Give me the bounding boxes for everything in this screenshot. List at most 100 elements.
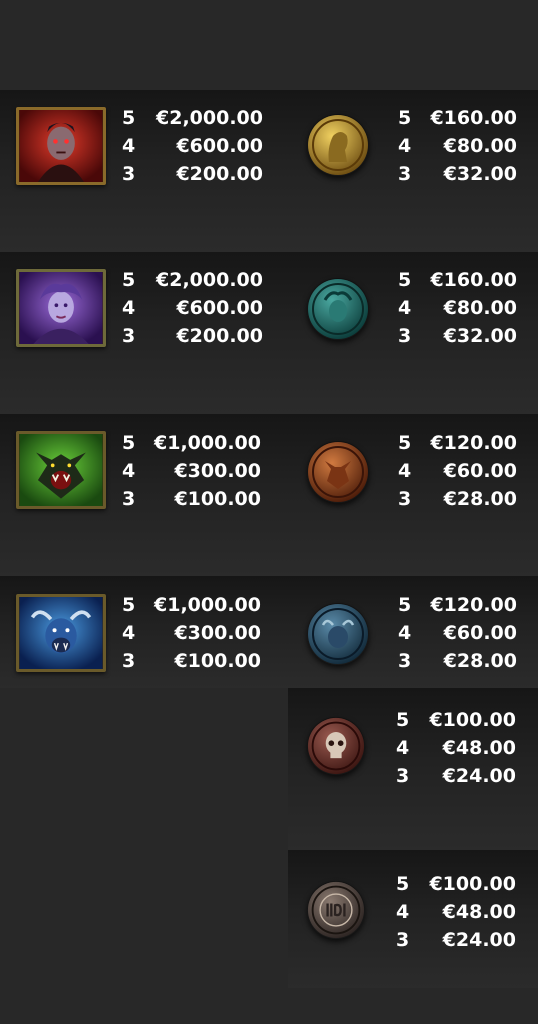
symbol-count: 3 [122,163,136,185]
payout-row: 4 €600.00 [122,132,263,160]
payout-row: 4 €60.00 [398,619,517,647]
symbol-count: 5 [398,269,412,291]
payout-amount: €100.00 [174,650,261,672]
paytable-skull-coin: 5 €100.00 4 €48.00 3 €24.00 [396,706,516,790]
payout-amount: €100.00 [429,873,516,895]
payout-row: 4 €300.00 [122,457,261,485]
payout-amount: €48.00 [442,901,516,923]
payout-amount: €2,000.00 [156,107,263,129]
payout-row: 4 €80.00 [398,294,517,322]
payout-amount: €32.00 [443,163,517,185]
payout-amount: €1,000.00 [154,594,261,616]
payout-amount: €200.00 [176,325,263,347]
payout-amount: €80.00 [443,297,517,319]
payout-amount: €60.00 [443,460,517,482]
symbol-count: 4 [122,460,136,482]
symbol-count: 3 [398,488,412,510]
paytable-cerberus: 5 €1,000.00 4 €300.00 3 €100.00 [122,429,261,513]
payout-row: 5 €1,000.00 [122,591,261,619]
payout-amount: €600.00 [176,135,263,157]
payout-amount: €120.00 [430,432,517,454]
paytable-minotaur: 5 €1,000.00 4 €300.00 3 €100.00 [122,591,261,675]
blue-beast-coin-icon [307,603,369,665]
symbol-count: 4 [396,901,410,923]
payout-row: 3 €100.00 [122,647,261,675]
payout-row: 3 €28.00 [398,485,517,513]
payout-row: 5 €100.00 [396,870,516,898]
payout-amount: €24.00 [442,765,516,787]
payout-amount: €100.00 [174,488,261,510]
payout-amount: €32.00 [443,325,517,347]
paytable-teal-medusa-coin: 5 €160.00 4 €80.00 3 €32.00 [398,266,517,350]
payout-amount: €200.00 [176,163,263,185]
payout-amount: €100.00 [429,709,516,731]
symbol-count: 5 [398,594,412,616]
symbol-count: 5 [398,107,412,129]
greek-coin-icon [307,881,365,939]
paytable-hades: 5 €2,000.00 4 €600.00 3 €200.00 [122,104,263,188]
medusa-symbol-icon [16,269,106,347]
payout-row: 3 €200.00 [122,160,263,188]
payout-amount: €28.00 [443,650,517,672]
symbol-count: 3 [398,163,412,185]
payout-amount: €48.00 [442,737,516,759]
symbol-count: 4 [398,135,412,157]
symbol-count: 3 [398,650,412,672]
symbol-count: 5 [122,432,136,454]
payout-row: 3 €100.00 [122,485,261,513]
payout-amount: €160.00 [430,107,517,129]
symbol-count: 3 [122,650,136,672]
paytable-medusa: 5 €2,000.00 4 €600.00 3 €200.00 [122,266,263,350]
payout-row: 5 €120.00 [398,591,517,619]
symbol-count: 4 [398,297,412,319]
payout-row: 5 €120.00 [398,429,517,457]
symbol-count: 3 [396,765,410,787]
paytable-greek-coin: 5 €100.00 4 €48.00 3 €24.00 [396,870,516,954]
symbol-count: 5 [398,432,412,454]
symbol-count: 4 [122,135,136,157]
skull-coin-icon [307,717,365,775]
payout-row: 3 €200.00 [122,322,263,350]
symbol-count: 4 [122,297,136,319]
payout-row: 4 €80.00 [398,132,517,160]
symbol-count: 4 [396,737,410,759]
symbol-count: 3 [122,488,136,510]
payout-amount: €160.00 [430,269,517,291]
payout-amount: €600.00 [176,297,263,319]
symbol-count: 5 [396,709,410,731]
payout-row: 4 €48.00 [396,734,516,762]
payout-amount: €24.00 [442,929,516,951]
payout-row: 3 €24.00 [396,762,516,790]
payout-row: 4 €300.00 [122,619,261,647]
symbol-count: 5 [122,594,136,616]
payout-row: 5 €2,000.00 [122,104,263,132]
payout-row: 5 €160.00 [398,104,517,132]
payout-row: 5 €1,000.00 [122,429,261,457]
paytable-copper-wolf-coin: 5 €120.00 4 €60.00 3 €28.00 [398,429,517,513]
payout-row: 4 €48.00 [396,898,516,926]
symbol-count: 5 [396,873,410,895]
payout-row: 4 €600.00 [122,294,263,322]
payout-row: 5 €160.00 [398,266,517,294]
symbol-count: 3 [398,325,412,347]
payout-amount: €80.00 [443,135,517,157]
symbol-count: 3 [122,325,136,347]
copper-wolf-coin-icon [307,441,369,503]
payout-amount: €60.00 [443,622,517,644]
symbol-count: 5 [122,269,136,291]
payout-amount: €2,000.00 [156,269,263,291]
payout-amount: €120.00 [430,594,517,616]
payout-row: 3 €32.00 [398,322,517,350]
payout-row: 3 €32.00 [398,160,517,188]
symbol-count: 4 [122,622,136,644]
payout-amount: €300.00 [174,622,261,644]
paytable-gold-bust-coin: 5 €160.00 4 €80.00 3 €32.00 [398,104,517,188]
paytable-blue-beast-coin: 5 €120.00 4 €60.00 3 €28.00 [398,591,517,675]
payout-row: 5 €100.00 [396,706,516,734]
hades-symbol-icon [16,107,106,185]
payout-row: 3 €28.00 [398,647,517,675]
teal-medusa-coin-icon [307,278,369,340]
payout-amount: €28.00 [443,488,517,510]
cerberus-symbol-icon [16,431,106,509]
symbol-count: 4 [398,622,412,644]
